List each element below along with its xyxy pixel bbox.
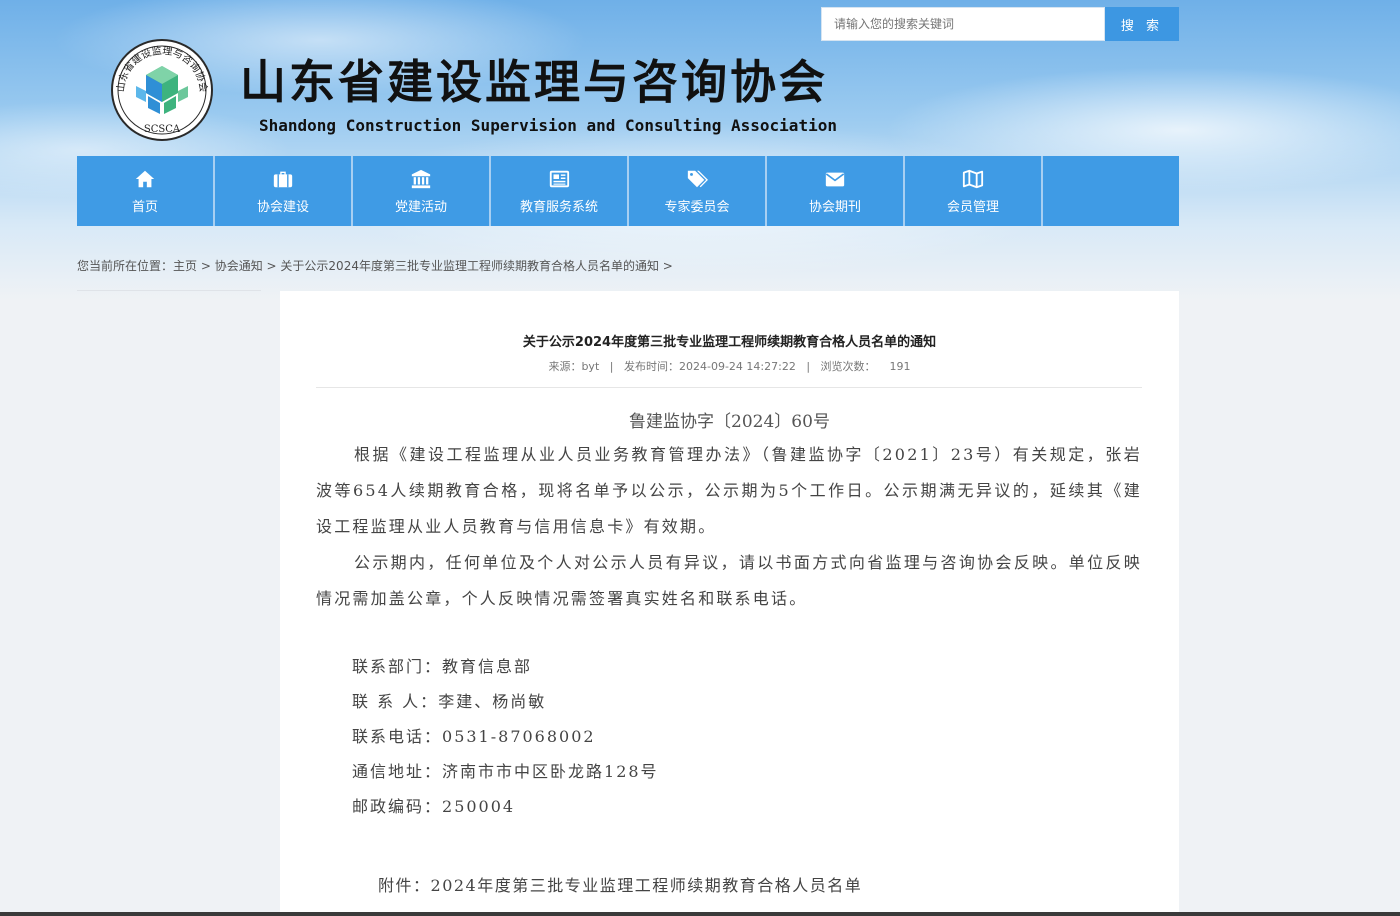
contact-phone: 联系电话：0531-87068002 (352, 719, 659, 754)
source-label: 来源： (548, 360, 582, 373)
logo-abbreviation: SCSCA (144, 124, 181, 135)
breadcrumb-separator: > (197, 259, 215, 273)
views-label: 浏览次数： (820, 360, 876, 373)
nav-item-party-activities[interactable]: 党建活动 (353, 156, 491, 226)
contact-value: 李建、杨尚敏 (438, 692, 547, 711)
contact-label: 联系电话： (352, 727, 443, 746)
home-icon (135, 170, 155, 187)
meta-separator: | (806, 360, 811, 373)
contact-info: 联系部门：教育信息部 联 系 人：李建、杨尚敏 联系电话：0531-870680… (352, 649, 659, 824)
document-number: 鲁建监协字〔2024〕60号 (629, 412, 830, 432)
nav-item-expert-committee[interactable]: 专家委员会 (629, 156, 767, 226)
main-navigation: 首页 协会建设 党建活动 教育服务系统 专家委员会 协会期刊 会员管理 (77, 156, 1179, 226)
nav-item-education-system[interactable]: 教育服务系统 (491, 156, 629, 226)
association-logo[interactable]: 山东省建设监理与咨询协会 SCSCA (108, 38, 216, 142)
source-value: byt (581, 360, 600, 373)
views-count: 191 (889, 360, 911, 373)
window-bottom-edge (0, 912, 1400, 916)
newspaper-icon (549, 170, 570, 187)
breadcrumb-prefix: 您当前所在位置： (77, 259, 174, 273)
contact-label: 邮政编码： (352, 797, 443, 816)
nav-item-member-management[interactable]: 会员管理 (905, 156, 1043, 226)
contact-value: 教育信息部 (442, 657, 533, 676)
breadcrumb-home-link[interactable]: 主页 (173, 259, 197, 273)
article-title: 关于公示2024年度第三批专业监理工程师续期教育合格人员名单的通知 (522, 335, 937, 350)
sidebar-divider (77, 290, 261, 291)
article-panel: 关于公示2024年度第三批专业监理工程师续期教育合格人员名单的通知 来源：byt… (280, 291, 1179, 916)
bank-icon (411, 169, 431, 188)
nav-item-journal[interactable]: 协会期刊 (767, 156, 905, 226)
search-button[interactable]: 搜 索 (1105, 7, 1179, 41)
article-body: 根据《建设工程监理从业人员业务教育管理办法》（鲁建监协字〔2021〕23号）有关… (316, 437, 1142, 617)
nav-item-home[interactable]: 首页 (77, 156, 215, 226)
breadcrumb-separator: > (262, 259, 281, 273)
envelope-icon (825, 172, 845, 186)
tags-icon (687, 170, 708, 187)
site-subtitle: Shandong Construction Supervision and Co… (259, 116, 837, 135)
breadcrumb-section-link[interactable]: 协会通知 (215, 259, 263, 273)
contact-postcode: 邮政编码：250004 (352, 789, 659, 824)
briefcase-icon (273, 171, 293, 187)
article-paragraph: 公示期内，任何单位及个人对公示人员有异议，请以书面方式向省监理与咨询协会反映。单… (316, 553, 1142, 608)
breadcrumb-current-link[interactable]: 关于公示2024年度第三批专业监理工程师续期教育合格人员名单的通知 (280, 259, 659, 273)
nav-label: 会员管理 (946, 199, 999, 215)
breadcrumb-separator: > (658, 259, 673, 273)
date-label: 发布时间： (623, 360, 679, 373)
contact-value: 0531-87068002 (442, 727, 596, 746)
nav-label: 协会建设 (256, 199, 309, 215)
article-paragraph: 根据《建设工程监理从业人员业务教育管理办法》（鲁建监协字〔2021〕23号）有关… (316, 445, 1142, 536)
attachment-label: 附件： (378, 876, 431, 895)
nav-label: 协会期刊 (808, 199, 861, 215)
search-input[interactable] (821, 7, 1105, 41)
nav-label: 教育服务系统 (519, 199, 598, 215)
contact-address: 通信地址：济南市市中区卧龙路128号 (352, 754, 659, 789)
meta-separator: | (609, 360, 614, 373)
contact-label: 联系部门： (352, 657, 443, 676)
breadcrumb: 您当前所在位置：主页 > 协会通知 > 关于公示2024年度第三批专业监理工程师… (77, 257, 673, 274)
contact-label: 通信地址： (352, 762, 443, 781)
contact-value: 济南市市中区卧龙路128号 (442, 762, 659, 781)
contact-label: 联 系 人： (352, 692, 439, 711)
contact-value: 250004 (442, 797, 516, 816)
site-title: 山东省建设监理与咨询协会 (240, 55, 828, 109)
attachment: 附件：2024年度第三批专业监理工程师续期教育合格人员名单 (378, 872, 862, 896)
nav-label: 首页 (131, 199, 158, 215)
map-icon (962, 169, 984, 188)
attachment-link[interactable]: 2024年度第三批专业监理工程师续期教育合格人员名单 (431, 876, 863, 895)
contact-person: 联 系 人：李建、杨尚敏 (352, 684, 659, 719)
nav-label: 党建活动 (394, 199, 447, 215)
date-value: 2024-09-24 14:27:22 (678, 360, 796, 373)
nav-item-association[interactable]: 协会建设 (215, 156, 353, 226)
article-meta: 来源：byt | 发布时间：2024-09-24 14:27:22 | 浏览次数… (280, 358, 1179, 374)
title-divider (316, 387, 1142, 388)
contact-department: 联系部门：教育信息部 (352, 649, 659, 684)
nav-label: 专家委员会 (664, 199, 730, 215)
